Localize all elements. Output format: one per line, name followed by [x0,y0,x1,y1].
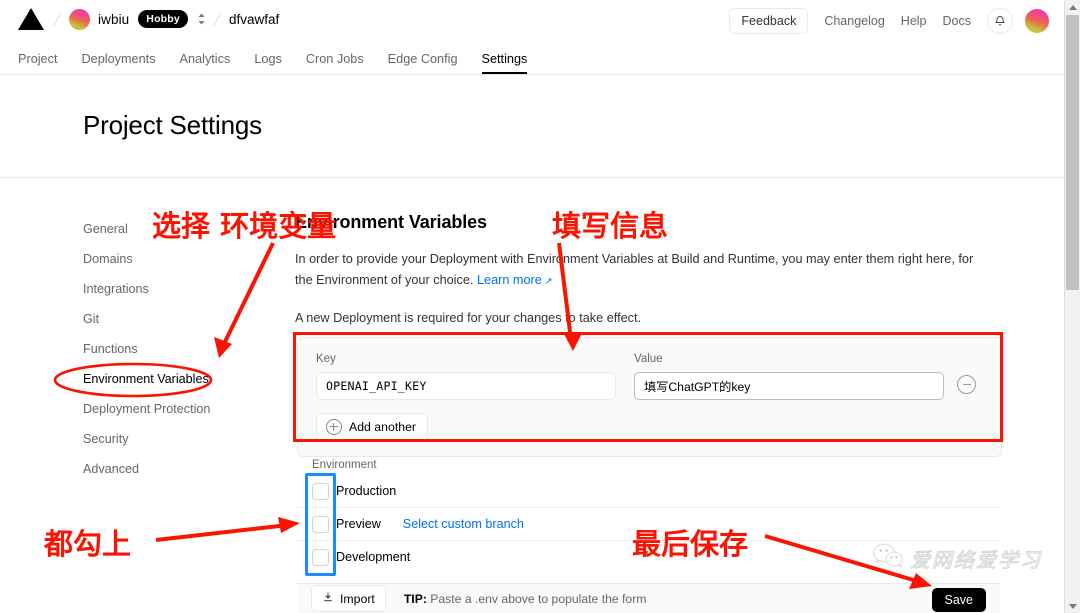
vertical-scrollbar[interactable] [1064,0,1080,613]
checkbox-preview[interactable] [312,515,329,533]
tip-prefix: TIP: [403,591,427,606]
sidebar-item-functions[interactable]: Functions [83,340,268,370]
tab-analytics[interactable]: Analytics [168,52,243,74]
screenshot-root: / iwbiu Hobby / dfvawfaf Feedback Change… [0,0,1080,613]
top-header: / iwbiu Hobby / dfvawfaf Feedback Change… [0,0,1065,45]
import-button[interactable]: Import [311,585,386,612]
key-value-row: Key OPENAI_API_KEY Value 填写ChatGPT的key [298,338,1001,400]
label-production: Production [336,484,397,498]
sidebar-item-domains[interactable]: Domains [83,250,268,280]
circle-minus-icon[interactable] [957,375,976,394]
environment-row-development[interactable]: Development [297,541,1000,573]
key-field-group: Key OPENAI_API_KEY [316,353,616,400]
vercel-triangle-logo-icon[interactable] [18,8,44,30]
tab-logs[interactable]: Logs [242,52,294,74]
breadcrumb-separator: / [52,8,63,29]
title-divider [0,177,1065,178]
changelog-link[interactable]: Changelog [824,14,884,28]
header-actions: Feedback Changelog Help Docs [729,8,1049,34]
import-label: Import [340,591,375,606]
org-name[interactable]: iwbiu [98,12,129,27]
notification-bell-icon[interactable] [987,8,1013,34]
learn-more-link[interactable]: Learn more [477,273,542,287]
add-another-label: Add another [349,420,417,434]
user-avatar[interactable] [1025,9,1049,33]
external-link-icon[interactable]: ↗ [542,276,552,287]
environment-row-production[interactable]: Production [297,475,1000,508]
env-var-card: Key OPENAI_API_KEY Value 填写ChatGPT的key A… [297,337,1002,457]
page-title: Project Settings [83,110,262,140]
deployment-note: A new Deployment is required for your ch… [295,311,642,325]
value-input[interactable]: 填写ChatGPT的key [634,372,944,400]
environment-section: Environment Production Preview Select cu… [297,453,1000,573]
breadcrumb-separator-2: / [212,8,223,29]
form-footer: Import TIP: Paste a .env above to popula… [297,583,1000,613]
environment-row-preview[interactable]: Preview Select custom branch [297,508,1000,541]
sidebar-item-integrations[interactable]: Integrations [83,280,268,310]
download-import-icon [322,591,334,606]
label-preview: Preview [336,517,381,531]
tab-project[interactable]: Project [18,52,70,74]
main-content: Environment Variables In order to provid… [295,212,1005,325]
tab-deployments[interactable]: Deployments [70,52,168,74]
key-input[interactable]: OPENAI_API_KEY [316,372,616,400]
project-tabs: Project Deployments Analytics Logs Cron … [18,46,539,74]
sidebar-item-git[interactable]: Git [83,310,268,340]
header-breadcrumb: / iwbiu Hobby / dfvawfaf [18,8,279,30]
environment-label: Environment [312,459,377,471]
circle-plus-icon [326,419,342,435]
label-development: Development [336,550,411,564]
select-custom-branch-link[interactable]: Select custom branch [403,517,524,531]
checkbox-production[interactable] [312,482,329,500]
chevron-updown-icon[interactable] [197,12,206,26]
feedback-button[interactable]: Feedback [729,8,809,34]
key-label: Key [316,353,336,365]
sidebar-item-general[interactable]: General [83,220,268,250]
save-button[interactable]: Save [931,588,986,612]
org-avatar[interactable] [69,8,91,30]
tab-cron-jobs[interactable]: Cron Jobs [294,52,376,74]
tab-settings[interactable]: Settings [470,52,540,74]
value-field-group: Value 填写ChatGPT的key [634,353,944,400]
description-text: In order to provide your Deployment with… [295,252,974,287]
settings-sidebar: General Domains Integrations Git Functio… [83,220,268,490]
app-canvas: / iwbiu Hobby / dfvawfaf Feedback Change… [0,0,1065,613]
help-link[interactable]: Help [901,14,927,28]
scroll-thumb[interactable] [1066,15,1079,290]
header-divider [0,74,1065,75]
sidebar-item-advanced[interactable]: Advanced [83,460,268,490]
scroll-down-arrow-icon[interactable] [1065,599,1080,613]
plan-badge: Hobby [138,9,188,29]
sidebar-item-deployment-protection[interactable]: Deployment Protection [83,400,268,430]
sidebar-item-environment-variables[interactable]: Environment Variables [83,370,268,400]
docs-link[interactable]: Docs [943,14,971,28]
scroll-up-arrow-icon[interactable] [1065,0,1080,14]
checkbox-development[interactable] [312,548,329,566]
tab-edge-config[interactable]: Edge Config [376,52,470,74]
sidebar-item-security[interactable]: Security [83,430,268,460]
tip-body: Paste a .env above to populate the form [426,591,647,606]
section-title: Environment Variables [295,212,487,232]
project-name[interactable]: dfvawfaf [229,12,279,27]
add-another-button[interactable]: Add another [316,413,429,441]
section-description: In order to provide your Deployment with… [295,249,985,292]
tip-text: TIP: Paste a .env above to populate the … [404,592,647,606]
value-label: Value [634,353,663,365]
